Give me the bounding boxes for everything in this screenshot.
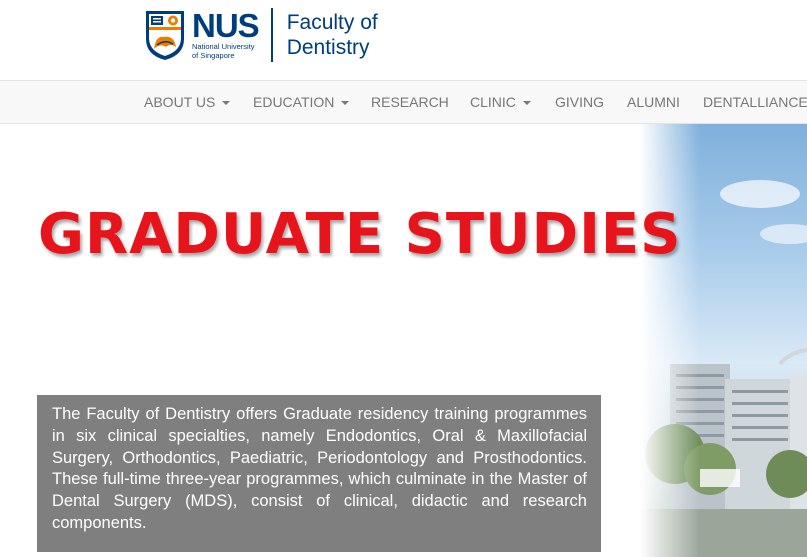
- site-header: NUS National University of Singapore Fac…: [0, 0, 807, 80]
- faculty-logo[interactable]: NUS National University of Singapore Fac…: [144, 8, 378, 62]
- nav-item-label: ABOUT US: [144, 94, 216, 110]
- faculty-name-line1: Faculty of: [286, 11, 378, 34]
- intro-text: The Faculty of Dentistry offers Graduate…: [52, 405, 587, 532]
- caret-down-icon: [222, 101, 231, 106]
- logo-divider: [270, 8, 273, 62]
- intro-box: The Faculty of Dentistry offers Graduate…: [37, 395, 601, 552]
- nus-subtitle-line1: National University: [192, 41, 255, 51]
- nav-item-education[interactable]: EDUCATION: [253, 81, 350, 123]
- faculty-name: Faculty of Dentistry: [287, 10, 378, 60]
- nav-item-giving[interactable]: GIVING: [555, 81, 604, 123]
- hero-banner: GRADUATE STUDIES The Faculty of Dentistr…: [0, 124, 807, 557]
- nus-crest-icon: [146, 10, 184, 60]
- nus-wordmark-text: NUS: [192, 6, 260, 44]
- nav-item-alumni[interactable]: ALUMNI: [627, 81, 680, 123]
- nav-item-clinic[interactable]: CLINIC: [470, 81, 531, 123]
- nus-subtitle-line2: of Singapore: [192, 50, 235, 60]
- nav-item-research[interactable]: RESEARCH: [371, 81, 449, 123]
- nav-item-label: GIVING: [555, 94, 605, 110]
- nav-item-label: ALUMNI: [627, 94, 680, 110]
- nav-item-label: CLINIC: [470, 94, 516, 110]
- nav-item-label: DENTALLIANCE: [703, 94, 807, 110]
- campus-photo: [640, 124, 807, 557]
- faculty-name-line2: Dentistry: [286, 36, 370, 59]
- nav-item-about-us[interactable]: ABOUT US: [144, 81, 231, 123]
- caret-down-icon: [341, 101, 350, 106]
- nav-item-label: RESEARCH: [371, 94, 449, 110]
- caret-down-icon: [522, 101, 531, 106]
- nus-wordmark: NUS National University of Singapore: [192, 6, 260, 60]
- page-title: GRADUATE STUDIES: [38, 202, 682, 267]
- nav-item-label: EDUCATION: [253, 94, 335, 110]
- nav-item-dentalliance[interactable]: DENTALLIANCE: [703, 81, 807, 123]
- photo-fade: [640, 124, 700, 557]
- main-nav: ABOUT US EDUCATION RESEARCH CLINIC GIVIN…: [0, 80, 807, 124]
